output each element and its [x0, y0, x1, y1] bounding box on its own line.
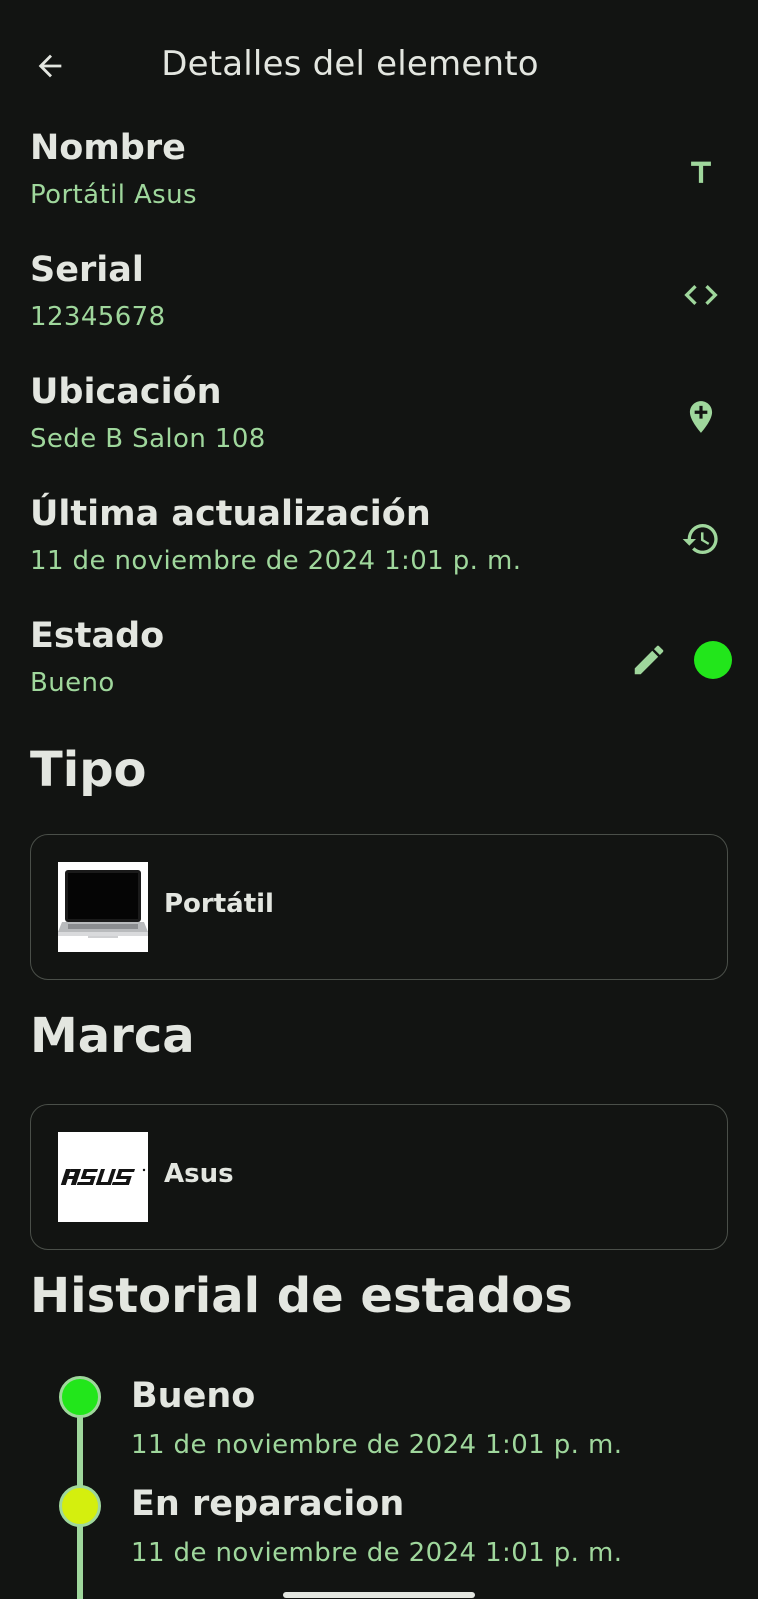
- edit-status-button[interactable]: [622, 633, 676, 687]
- detail-actualizacion: Última actualización 11 de noviembre de …: [0, 484, 758, 606]
- detail-value: Portátil Asus: [30, 180, 197, 210]
- text-icon: [674, 146, 728, 200]
- detail-value: 12345678: [30, 302, 166, 332]
- page-title: Detalles del elemento: [161, 44, 539, 84]
- status-indicator: [694, 641, 732, 679]
- history-icon: [674, 512, 728, 566]
- detail-label: Última actualización: [30, 494, 431, 534]
- marca-title: Marca: [30, 1008, 195, 1064]
- history-item-date: 11 de noviembre de 2024 1:01 p. m.: [131, 1430, 623, 1460]
- marca-label: Asus: [164, 1159, 234, 1189]
- detail-label: Serial: [30, 250, 144, 290]
- timeline-dot: [59, 1376, 101, 1418]
- detail-label: Nombre: [30, 128, 186, 168]
- detail-value: 11 de noviembre de 2024 1:01 p. m.: [30, 546, 522, 576]
- code-icon: [674, 268, 728, 322]
- historial-title: Historial de estados: [30, 1268, 573, 1324]
- history-item-label: En reparacion: [131, 1484, 405, 1524]
- detail-serial: Serial 12345678: [0, 240, 758, 362]
- history-item-date: 11 de noviembre de 2024 1:01 p. m.: [131, 1538, 623, 1568]
- top-app-bar: Detalles del elemento: [0, 0, 758, 136]
- status-actions: [622, 632, 732, 688]
- detail-ubicacion: Ubicación Sede B Salon 108: [0, 362, 758, 484]
- detail-value: Sede B Salon 108: [30, 424, 266, 454]
- item-details-screen: Detalles del elemento Nombre Portátil As…: [0, 0, 758, 1599]
- detail-value: Bueno: [30, 668, 115, 698]
- tipo-title: Tipo: [30, 742, 147, 798]
- detail-nombre: Nombre Portátil Asus: [0, 118, 758, 240]
- tipo-card[interactable]: Portátil: [30, 834, 728, 980]
- laptop-image: [58, 862, 148, 952]
- tipo-label: Portátil: [164, 889, 274, 919]
- marca-card[interactable]: Asus: [30, 1104, 728, 1250]
- add-location-icon: [674, 390, 728, 444]
- timeline-dot: [59, 1485, 101, 1527]
- home-indicator: [283, 1592, 475, 1598]
- detail-estado: Estado Bueno: [0, 606, 758, 728]
- detail-label: Estado: [30, 616, 165, 656]
- asus-logo: [58, 1132, 148, 1222]
- edit-icon: [634, 645, 664, 675]
- detail-label: Ubicación: [30, 372, 222, 412]
- history-item-label: Bueno: [131, 1376, 256, 1416]
